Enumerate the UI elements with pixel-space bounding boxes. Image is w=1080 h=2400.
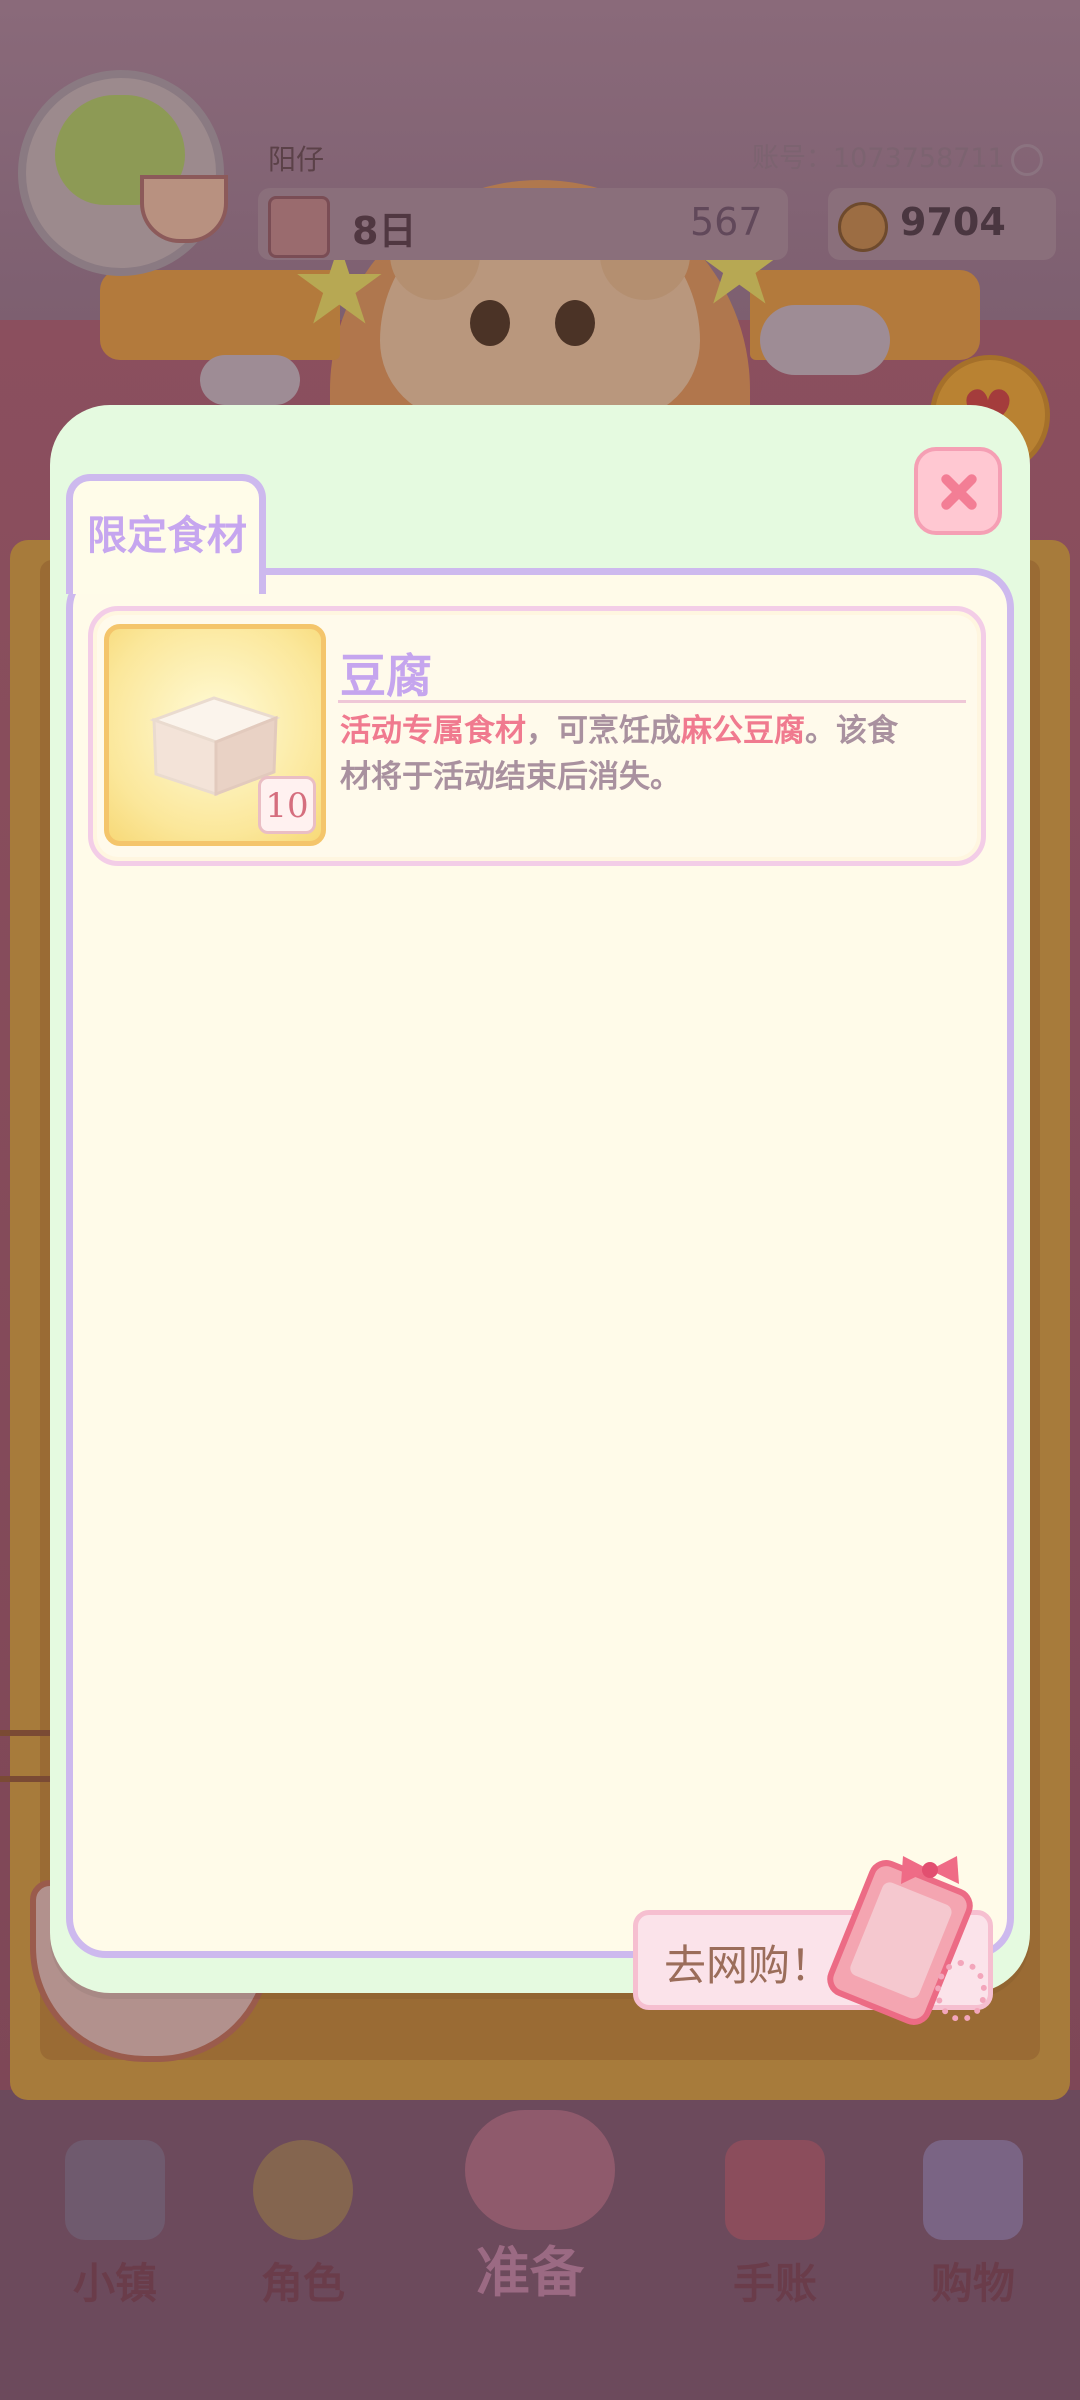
- nav-character[interactable]: 角色: [228, 2110, 378, 2330]
- nav-label: 小镇: [72, 2259, 157, 2308]
- go-shopping-label: 去网购！: [664, 1941, 833, 1990]
- coin-icon: [838, 202, 888, 252]
- nav-label: 准备: [476, 2241, 584, 2304]
- shopping-bag-icon: [923, 2140, 1023, 2240]
- account-text: 账号：1073758711: [752, 143, 1005, 174]
- close-button[interactable]: [914, 447, 1002, 535]
- nav-label: 手账: [732, 2259, 817, 2308]
- middle-stat: 567: [690, 200, 763, 244]
- tab-joint: [73, 566, 259, 580]
- divider: [338, 700, 966, 703]
- account-id[interactable]: 账号：1073758711: [752, 136, 1043, 176]
- nav-prepare[interactable]: 准备: [455, 2110, 615, 2330]
- day-counter: 8日: [352, 209, 417, 253]
- cloud-decoration: [200, 355, 300, 405]
- quantity-badge: 10: [258, 776, 316, 834]
- player-name: 阳仔: [268, 143, 325, 176]
- map-icon: [65, 2140, 165, 2240]
- cloud-decoration: [760, 305, 890, 375]
- character-icon: [253, 2140, 353, 2240]
- desc-highlight: 活动专属食材: [340, 713, 526, 749]
- hamster-eye-right: [555, 300, 595, 346]
- desc-highlight: 麻公豆腐: [681, 713, 805, 749]
- prepare-icon: [465, 2110, 615, 2230]
- nav-label: 角色: [260, 2259, 345, 2308]
- nav-journal[interactable]: 手账: [700, 2110, 850, 2330]
- copy-icon[interactable]: [1010, 143, 1043, 176]
- hamster-eye-left: [470, 300, 510, 346]
- bottom-nav: 小镇 角色 准备 手账 购物: [0, 2110, 1080, 2330]
- tab-label: 限定食材: [87, 513, 247, 559]
- ingredient-name: 豆腐: [340, 649, 432, 703]
- journal-icon: [725, 2140, 825, 2240]
- coin-count: 9704: [900, 200, 1006, 244]
- phone-charm-icon: [935, 1960, 987, 2022]
- desc-text: ，可烹饪成: [526, 713, 681, 749]
- nav-town[interactable]: 小镇: [40, 2110, 190, 2330]
- bow-icon: [901, 1856, 959, 1884]
- nav-label: 购物: [930, 2259, 1015, 2308]
- nav-shopping[interactable]: 购物: [898, 2110, 1048, 2330]
- ingredient-description: 活动专属食材，可烹饪成麻公豆腐。该食材将于活动结束后消失。: [340, 708, 920, 800]
- calendar-icon: [268, 196, 330, 258]
